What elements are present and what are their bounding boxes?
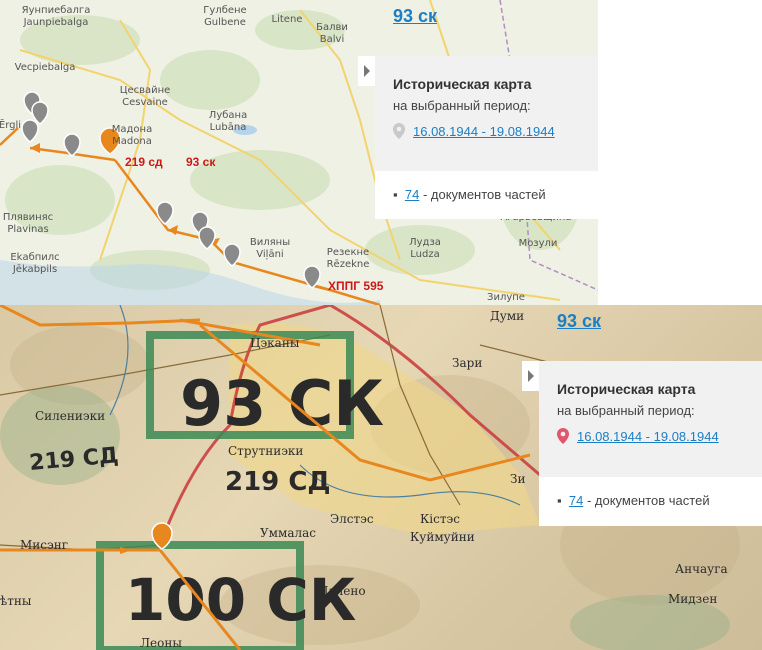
map-label: Ludza bbox=[410, 249, 439, 260]
map-label: Мозули bbox=[519, 238, 558, 249]
bullet: ▪ bbox=[393, 187, 398, 202]
docs-count-link[interactable]: 74 bbox=[405, 187, 419, 202]
map-label: Гулбене bbox=[203, 5, 246, 16]
unit-label: ХППГ 595 bbox=[328, 279, 384, 293]
map-label: Анчауга bbox=[675, 562, 728, 576]
map-label: Ērgli bbox=[0, 118, 21, 131]
map-label: Цэканы bbox=[250, 336, 300, 350]
historical-map-box: Историческая карта на выбранный период: … bbox=[539, 361, 762, 477]
map-label: Лудза bbox=[409, 237, 441, 248]
map-label: Уммалас bbox=[260, 526, 316, 540]
docs-count-link[interactable]: 74 bbox=[569, 493, 583, 508]
historical-map-subtitle: на выбранный период: bbox=[557, 403, 695, 418]
map-label: Мидзен bbox=[668, 592, 717, 606]
map-label: Gulbene bbox=[204, 17, 246, 28]
map-label: Viļāni bbox=[256, 249, 283, 260]
map-label: Litene bbox=[272, 14, 303, 25]
period-link[interactable]: 16.08.1944 - 19.08.1944 bbox=[577, 429, 719, 444]
map-label: Мадона bbox=[112, 124, 152, 135]
map-label: Cesvaine bbox=[122, 97, 168, 108]
map-label: Элстэс bbox=[330, 512, 374, 526]
map-label: ѣтны bbox=[0, 594, 32, 608]
docs-text: - документов частей bbox=[586, 493, 710, 508]
map-label: Зилупе bbox=[487, 292, 525, 303]
docs-text: - документов частей bbox=[422, 187, 546, 202]
map-label: Струтниэки bbox=[228, 444, 303, 458]
map-label: Lubāna bbox=[210, 122, 247, 133]
unit-title-link[interactable]: 93 ск bbox=[557, 311, 601, 332]
place-label: Яунпиебалга bbox=[22, 5, 91, 16]
map-label: Балви bbox=[316, 22, 348, 33]
map-label: Кістэс bbox=[420, 512, 460, 526]
panel-toggle-button[interactable] bbox=[522, 361, 540, 391]
map-label: Мисэнг bbox=[20, 538, 68, 552]
unit-title-link[interactable]: 93 ск bbox=[393, 6, 437, 27]
historical-map-title: Историческая карта bbox=[393, 76, 532, 92]
docs-line: ▪ 74 - документов частей bbox=[557, 493, 710, 508]
map-label: Vecpiebalga bbox=[15, 62, 76, 73]
panel-toggle-button[interactable] bbox=[358, 56, 376, 86]
map-label: Balvi bbox=[320, 34, 344, 45]
map-label: Лубана bbox=[209, 110, 247, 121]
map-label: Ekабпилс bbox=[10, 252, 59, 263]
map-label: Plavinas bbox=[7, 224, 48, 235]
unit-stamp: 219 СД bbox=[225, 467, 331, 497]
historical-map-title: Историческая карта bbox=[557, 381, 696, 397]
map-label: Jaunpiebalga bbox=[23, 17, 89, 28]
historical-map-box: Историческая карта на выбранный период: … bbox=[375, 56, 598, 171]
map-label: Jēkabpils bbox=[12, 264, 57, 275]
map-label: Палено bbox=[318, 584, 366, 598]
bullet: ▪ bbox=[557, 493, 562, 508]
location-pin-icon bbox=[393, 123, 405, 139]
period-row: 16.08.1944 - 19.08.1944 bbox=[393, 123, 598, 139]
map-label: Резекне bbox=[327, 247, 369, 258]
map-label: Зари bbox=[452, 356, 482, 370]
map-label: Зи bbox=[510, 472, 525, 486]
map-label: Силениэки bbox=[35, 409, 105, 423]
period-link[interactable]: 16.08.1944 - 19.08.1944 bbox=[413, 124, 555, 139]
docs-line: ▪ 74 - документов частей bbox=[393, 187, 546, 202]
map-label: Rēzekne bbox=[327, 259, 370, 270]
map-label: Виляны bbox=[250, 237, 290, 248]
map-label: Плявиняс bbox=[3, 212, 53, 223]
unit-label: 93 ск bbox=[186, 155, 216, 169]
location-pin-icon bbox=[557, 428, 569, 444]
unit-label: 219 сд bbox=[125, 155, 163, 169]
map-label: Цесвайне bbox=[120, 85, 171, 96]
unit-stamp: 93 СК bbox=[180, 367, 384, 440]
map-label: Леоны bbox=[140, 636, 182, 650]
map-label: Madona bbox=[112, 136, 152, 147]
map-label: Куймуйни bbox=[410, 530, 475, 544]
unit-stamp: 100 СК bbox=[125, 566, 356, 634]
map-label: Думи bbox=[490, 309, 524, 323]
historical-map-subtitle: на выбранный период: bbox=[393, 98, 531, 113]
period-row: 16.08.1944 - 19.08.1944 bbox=[557, 428, 762, 444]
